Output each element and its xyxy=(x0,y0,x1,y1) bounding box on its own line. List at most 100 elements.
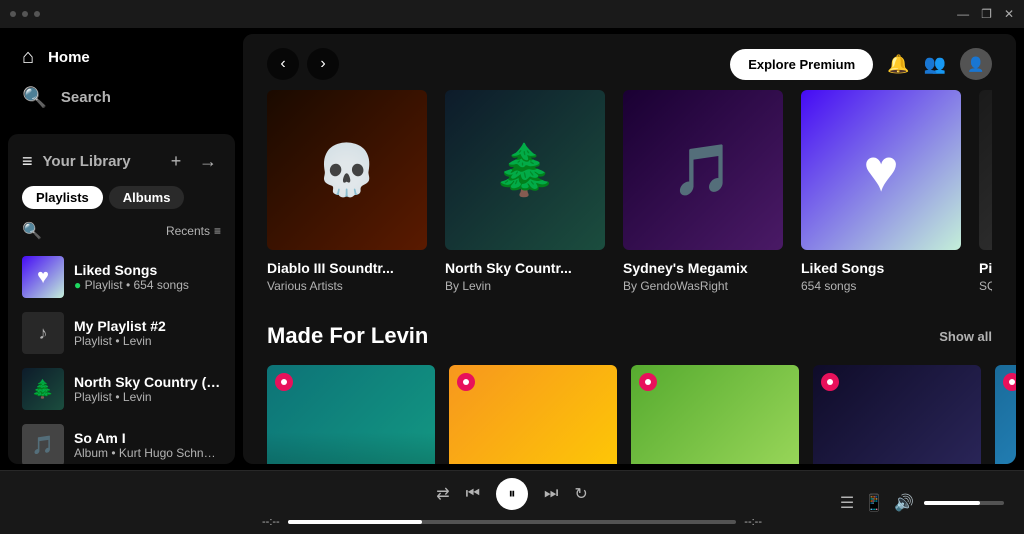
library-actions: + → xyxy=(163,148,221,174)
avatar-button[interactable]: 👤 xyxy=(960,48,992,80)
made-for-section-header: Made For Levin Show all xyxy=(243,313,1016,365)
soami-info: So Am I Album • Kurt Hugo Schneider xyxy=(74,430,221,460)
player-controls: ⇄ ⏮ ⏸ ⏭ ↻ xyxy=(436,478,588,510)
add-library-button[interactable]: + xyxy=(163,148,189,174)
sidebar-item-home[interactable]: ⌂ Home xyxy=(12,38,231,77)
liked-songs-info: Liked Songs ● Playlist • 654 songs xyxy=(74,262,221,292)
northsky-meta: Playlist • Levin xyxy=(74,390,221,404)
progress-track[interactable] xyxy=(288,520,737,524)
diablo-thumb: 💀 xyxy=(267,90,427,250)
cards-row: 💀 Diablo III Soundtr... Various Artists … xyxy=(267,90,992,293)
repeat-button[interactable]: ↻ xyxy=(574,484,587,504)
app-body: ⌂ Home 🔍 Search ≡ Your Library + → Pl xyxy=(0,28,1024,470)
queue-button[interactable]: ☰ xyxy=(840,493,854,513)
liked-songs-thumb: ♥ xyxy=(22,256,64,298)
avatar-icon: 👤 xyxy=(967,56,984,73)
dm4-thumb: Daily Mix 4 xyxy=(813,365,981,464)
dm1-badge xyxy=(275,373,293,391)
media-card-northsky[interactable]: 🌲 North Sky Countr... By Levin xyxy=(445,90,605,293)
expand-library-button[interactable]: → xyxy=(195,148,221,174)
filter-tab-playlists[interactable]: Playlists xyxy=(22,186,103,209)
explore-premium-button[interactable]: Explore Premium xyxy=(730,49,873,80)
heart-icon: ♥ xyxy=(863,136,899,205)
library-title: Your Library xyxy=(43,153,131,170)
northsky-card-thumb: 🌲 xyxy=(445,90,605,250)
dot-3 xyxy=(34,11,40,17)
play-pause-button[interactable]: ⏸ xyxy=(496,478,528,510)
sydney-subtitle: By GendoWasRight xyxy=(623,279,783,293)
list-item[interactable]: 🎵 So Am I Album • Kurt Hugo Schneider xyxy=(14,417,229,464)
soami-name: So Am I xyxy=(74,430,221,446)
filter-tab-albums[interactable]: Albums xyxy=(109,186,185,209)
friends-icon[interactable]: 👥 xyxy=(924,54,946,75)
back-button[interactable]: ‹ xyxy=(267,48,299,80)
maximize-button[interactable]: ❐ xyxy=(981,7,992,21)
media-card-liked[interactable]: ♥ Liked Songs 654 songs xyxy=(801,90,961,293)
show-all-button[interactable]: Show all xyxy=(939,329,992,344)
diablo-title: Diablo III Soundtr... xyxy=(267,260,427,276)
nav-arrows: ‹ › xyxy=(267,48,339,80)
media-card-diablo[interactable]: 💀 Diablo III Soundtr... Various Artists xyxy=(267,90,427,293)
daily-mix-3-card[interactable]: Daily Mix 3 Daily Mix 3 Darren Ang, Mich… xyxy=(631,365,799,444)
green-dot: ● xyxy=(74,278,85,292)
recents-sort-icon: ≡ xyxy=(214,224,221,238)
close-button[interactable]: ✕ xyxy=(1004,7,1014,21)
progress-bar[interactable]: --:-- --:-- xyxy=(262,516,762,528)
dm3-thumb: Daily Mix 3 xyxy=(631,365,799,464)
minimize-button[interactable]: — xyxy=(957,7,969,21)
library-header: ≡ Your Library + → xyxy=(8,134,235,182)
daily-mix-cards: Daily Mix 1 Daily Mix 1 Josh Whelchel, K… xyxy=(243,365,1016,464)
next-button[interactable]: ⏭ xyxy=(544,485,558,503)
piano-thumb: 🎹 xyxy=(979,90,992,250)
sidebar-item-search[interactable]: 🔍 Search xyxy=(12,77,231,118)
playlist2-thumb: ♪ xyxy=(22,312,64,354)
volume-icon[interactable]: 🔊 xyxy=(894,493,914,513)
list-item[interactable]: ♪ My Playlist #2 Playlist • Levin xyxy=(14,305,229,361)
liked-card-subtitle: 654 songs xyxy=(801,279,961,293)
list-item[interactable]: 🌲 North Sky Country (In-Game) Playlist •… xyxy=(14,361,229,417)
window-controls[interactable]: — ❐ ✕ xyxy=(957,7,1014,21)
playlist2-meta: Playlist • Levin xyxy=(74,334,221,348)
forward-button[interactable]: › xyxy=(307,48,339,80)
time-total: --:-- xyxy=(744,516,762,528)
list-item[interactable]: ♥ Liked Songs ● Playlist • 654 songs xyxy=(14,249,229,305)
library-search-bar: 🔍 Recents ≡ xyxy=(8,217,235,249)
library-title-wrap: ≡ Your Library xyxy=(22,151,131,172)
previous-button[interactable]: ⏮ xyxy=(466,485,480,503)
recents-label[interactable]: Recents ≡ xyxy=(166,224,221,238)
devices-button[interactable]: 📱 xyxy=(864,493,884,513)
soami-thumb: 🎵 xyxy=(22,424,64,464)
sidebar-nav: ⌂ Home 🔍 Search xyxy=(0,28,243,128)
northsky-card-subtitle: By Levin xyxy=(445,279,605,293)
daily-mix-4-card[interactable]: Daily Mix 4 Daily Mix 4 Gothic Storm, Ef… xyxy=(813,365,981,444)
piano-title: Piano Collections... xyxy=(979,260,992,276)
dm4-badge xyxy=(821,373,839,391)
liked-card-thumb: ♥ xyxy=(801,90,961,250)
daily-mix-2-card[interactable]: Daily Mix 2 Daily Mix 2 ROZEN, Nobuo Uem… xyxy=(449,365,617,444)
titlebar-dots xyxy=(10,11,40,17)
search-icon: 🔍 xyxy=(22,85,47,110)
player-center: ⇄ ⏮ ⏸ ⏭ ↻ --:-- --:-- xyxy=(220,478,804,528)
dm5-badge xyxy=(1003,373,1016,391)
shuffle-button[interactable]: ⇄ xyxy=(436,484,449,504)
media-card-piano[interactable]: 🎹 Piano Collections... SQUARE ENIX MUSIC xyxy=(979,90,992,293)
diablo-subtitle: Various Artists xyxy=(267,279,427,293)
dm2-thumb: Daily Mix 2 xyxy=(449,365,617,464)
sydney-thumb: 🎵 xyxy=(623,90,783,250)
liked-songs-name: Liked Songs xyxy=(74,262,221,278)
playlist2-info: My Playlist #2 Playlist • Levin xyxy=(74,318,221,348)
daily-mix-1-card[interactable]: Daily Mix 1 Daily Mix 1 Josh Whelchel, K… xyxy=(267,365,435,444)
daily-mix-5-card[interactable]: Daily Mix 5 Daily Mix 5 Darren Korb, Chr… xyxy=(995,365,1016,444)
media-card-sydney[interactable]: 🎵 Sydney's Megamix By GendoWasRight xyxy=(623,90,783,293)
notifications-icon[interactable]: 🔔 xyxy=(887,54,909,75)
dm5-thumb: Daily Mix 5 xyxy=(995,365,1016,464)
northsky-info: North Sky Country (In-Game) Playlist • L… xyxy=(74,374,221,404)
sidebar: ⌂ Home 🔍 Search ≡ Your Library + → Pl xyxy=(0,28,243,470)
dm2-badge-dot xyxy=(463,379,469,385)
volume-fill xyxy=(924,501,980,505)
dot-1 xyxy=(10,11,16,17)
dm3-badge-dot xyxy=(645,379,651,385)
carousel-section: 💀 Diablo III Soundtr... Various Artists … xyxy=(243,90,1016,313)
volume-bar[interactable] xyxy=(924,501,1004,505)
library-search-icon[interactable]: 🔍 xyxy=(22,221,42,241)
